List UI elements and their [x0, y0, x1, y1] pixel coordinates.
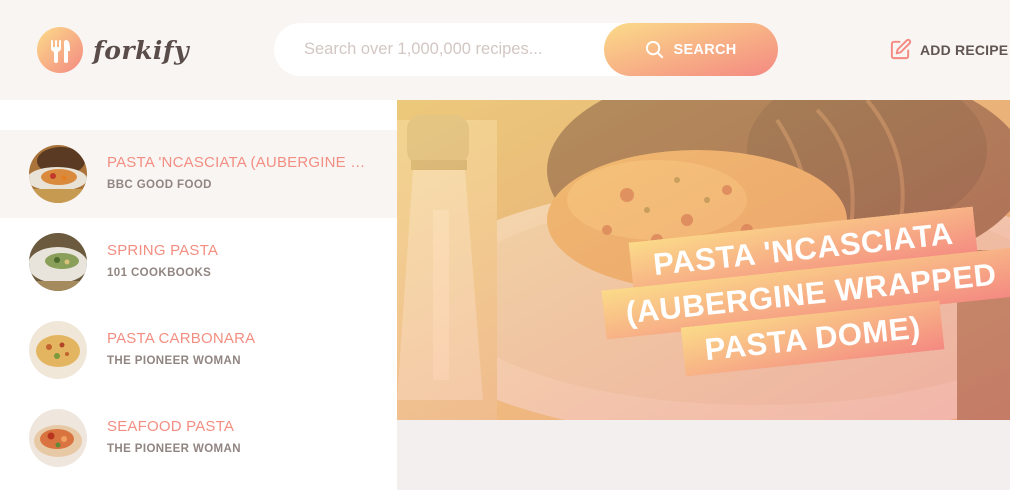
- result-publisher: 101 COOKBOOKS: [107, 267, 212, 279]
- search-form: SEARCH: [274, 23, 778, 76]
- result-title: SPRING PASTA: [107, 242, 219, 259]
- add-recipe-label: ADD RECIPE: [920, 41, 1009, 58]
- result-thumbnail: [29, 145, 87, 203]
- result-publisher: THE PIONEER WOMAN: [107, 443, 241, 455]
- add-recipe-button[interactable]: ADD RECIPE: [889, 37, 1008, 62]
- result-thumbnail: [29, 321, 87, 379]
- result-item[interactable]: SEAFOOD PASTA THE PIONEER WOMAN: [0, 394, 397, 482]
- search-button[interactable]: SEARCH: [604, 23, 778, 76]
- search-input[interactable]: [304, 23, 594, 76]
- edit-icon: [889, 38, 912, 61]
- search-icon: [645, 40, 664, 59]
- recipe-panel: PASTA 'NCASCIATA (AUBERGINE WRAPPED PAST…: [397, 100, 1010, 490]
- result-thumbnail: [29, 233, 87, 291]
- logo-text: forkify: [93, 35, 190, 65]
- result-item[interactable]: SPRING PASTA 101 COOKBOOKS: [0, 218, 397, 306]
- result-item[interactable]: PASTA 'NCASCIATA (AUBERGINE WRAPPED PAST…: [0, 130, 397, 218]
- result-title: PASTA 'NCASCIATA (AUBERGINE WRAPPED PAST…: [107, 154, 367, 171]
- result-title: SEAFOOD PASTA: [107, 418, 235, 435]
- search-button-label: SEARCH: [673, 41, 737, 58]
- search-results: PASTA 'NCASCIATA (AUBERGINE WRAPPED PAST…: [0, 100, 397, 490]
- result-publisher: BBC GOOD FOOD: [107, 179, 212, 191]
- header: forkify SEARCH ADD RECIPE: [0, 0, 1010, 100]
- result-item[interactable]: PASTA CARBONARA THE PIONEER WOMAN: [0, 306, 397, 394]
- fork-knife-icon: [37, 27, 83, 73]
- result-title: PASTA CARBONARA: [107, 330, 256, 347]
- result-publisher: THE PIONEER WOMAN: [107, 355, 241, 367]
- logo[interactable]: forkify: [37, 27, 189, 73]
- result-thumbnail: [29, 409, 87, 467]
